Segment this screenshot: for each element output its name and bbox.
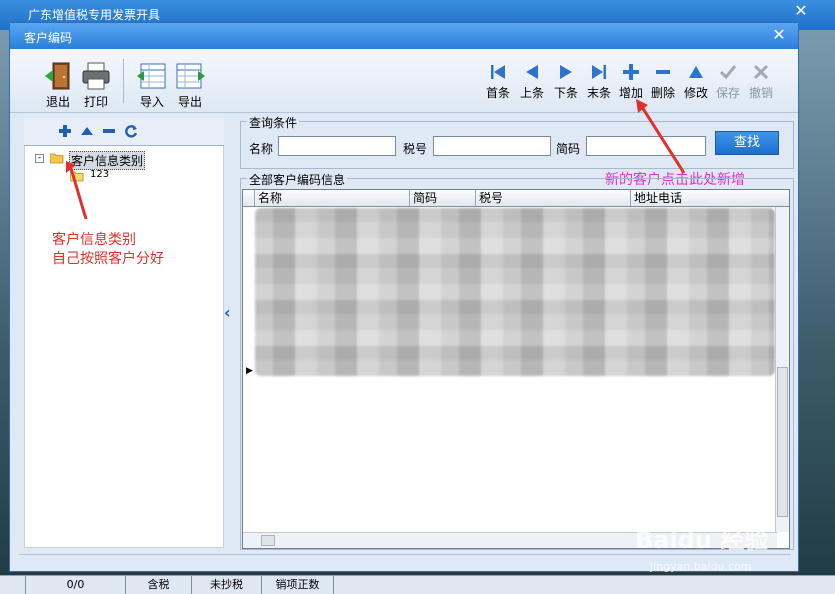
annotation-arrow-left: [66, 161, 88, 220]
tree-refresh-icon[interactable]: [124, 124, 138, 138]
first-button[interactable]: 首条: [482, 63, 514, 101]
edit-triangle-icon: [689, 66, 703, 78]
toolbar-separator: [123, 59, 124, 103]
add-button[interactable]: 增加: [615, 63, 647, 101]
vertical-scrollbar[interactable]: [775, 207, 789, 532]
status-spacer: [0, 576, 26, 594]
exit-door-icon: [45, 62, 70, 90]
plus-icon: [623, 64, 639, 80]
customer-grid: 名称 简码 税号 地址电话 ▶: [242, 189, 790, 549]
query-group-title: 查询条件: [247, 114, 300, 131]
tax-label: 税号: [403, 142, 428, 156]
status-record-count: 0/0: [26, 576, 126, 594]
export-label: 导出: [177, 95, 202, 109]
name-input[interactable]: [278, 136, 396, 156]
printer-icon: [82, 62, 110, 90]
tree-up-icon[interactable]: [80, 124, 94, 138]
dialog-title: 客户编码: [24, 31, 73, 45]
vertical-scroll-thumb[interactable]: [777, 367, 788, 517]
tax-number-input[interactable]: [433, 136, 551, 156]
prev-label: 上条: [519, 86, 544, 100]
tree-toolbar: [24, 118, 224, 146]
status-not-copied: 未抄税: [192, 576, 262, 594]
exit-button[interactable]: 退出: [40, 61, 76, 111]
print-button[interactable]: 打印: [78, 61, 114, 111]
watermark-logo: Baidu 经验: [635, 526, 769, 554]
column-address-phone[interactable]: 地址电话: [631, 190, 789, 206]
prev-button[interactable]: 上条: [516, 63, 548, 101]
cross-icon: [753, 64, 769, 80]
tree-remove-icon[interactable]: [102, 124, 116, 138]
previous-arrow-icon: [526, 65, 538, 79]
annotation-category-text: 客户信息类别 自己按照客户分好: [52, 231, 164, 269]
blurred-customer-rows: [255, 208, 775, 376]
tree-add-icon[interactable]: [58, 124, 72, 138]
first-record-icon: [491, 65, 505, 79]
next-button[interactable]: 下条: [550, 63, 582, 101]
watermark-url: jingyan.baidu.com: [650, 560, 752, 573]
exit-label: 退出: [45, 95, 70, 109]
print-label: 打印: [83, 95, 108, 109]
annotation-arrow-right: [636, 99, 686, 174]
all-customers-group: 全部客户编码信息 名称 简码 税号 地址电话 ▶: [240, 171, 794, 550]
collapse-panel-arrow-icon[interactable]: ‹: [224, 303, 231, 322]
minus-icon: [656, 70, 670, 74]
import-table-icon: [137, 63, 166, 89]
dialog-titlebar: 客户编码 ✕: [10, 23, 798, 49]
next-label: 下条: [553, 86, 578, 100]
status-tax-included: 含税: [126, 576, 192, 594]
code-label: 简码: [556, 142, 581, 156]
column-tax-number[interactable]: 税号: [476, 190, 631, 206]
first-label: 首条: [485, 86, 510, 100]
import-button[interactable]: 导入: [134, 61, 170, 111]
app-close-button[interactable]: ✕: [787, 1, 815, 23]
category-tree-panel: [24, 118, 224, 548]
annotation-line-1: 客户信息类别: [52, 232, 136, 248]
customer-code-dialog: 客户编码 ✕ 退出 打印 导入 导出 首条 上条 下条 末条 增加 删除 修改 …: [9, 22, 799, 572]
edit-button[interactable]: 修改: [680, 63, 712, 101]
status-output-positive: 销项正数: [262, 576, 334, 594]
export-table-icon: [176, 63, 205, 89]
last-label: 末条: [586, 86, 611, 100]
row-indicator-header: [243, 190, 255, 206]
dialog-close-button[interactable]: ✕: [768, 26, 790, 46]
name-label: 名称: [249, 142, 274, 156]
app-title: 广东增值税专用发票开具: [28, 8, 161, 22]
tree-collapse-toggle[interactable]: -: [35, 154, 44, 163]
status-bar: 0/0 含税 未抄税 销项正数: [0, 575, 835, 594]
query-conditions-group: 查询条件 名称 税号 简码 查找: [240, 114, 794, 169]
export-button[interactable]: 导出: [172, 61, 208, 111]
horizontal-scroll-thumb[interactable]: [261, 535, 275, 546]
column-name[interactable]: 名称: [255, 190, 410, 206]
column-short-code[interactable]: 简码: [410, 190, 476, 206]
grid-group-title: 全部客户编码信息: [247, 171, 348, 188]
annotation-line-2: 自己按照客户分好: [52, 251, 164, 267]
cancel-button[interactable]: 撤销: [745, 63, 777, 101]
grid-header: 名称 简码 税号 地址电话: [243, 190, 789, 207]
delete-button[interactable]: 删除: [647, 63, 679, 101]
save-label: 保存: [715, 86, 740, 100]
last-record-icon: [592, 65, 606, 79]
checkmark-icon: [719, 65, 737, 80]
last-button[interactable]: 末条: [583, 63, 615, 101]
save-button[interactable]: 保存: [712, 63, 744, 101]
import-label: 导入: [139, 95, 164, 109]
next-arrow-icon: [560, 65, 572, 79]
cancel-label: 撤销: [748, 86, 773, 100]
find-button[interactable]: 查找: [715, 131, 779, 155]
current-row-pointer-icon: ▶: [246, 366, 253, 376]
